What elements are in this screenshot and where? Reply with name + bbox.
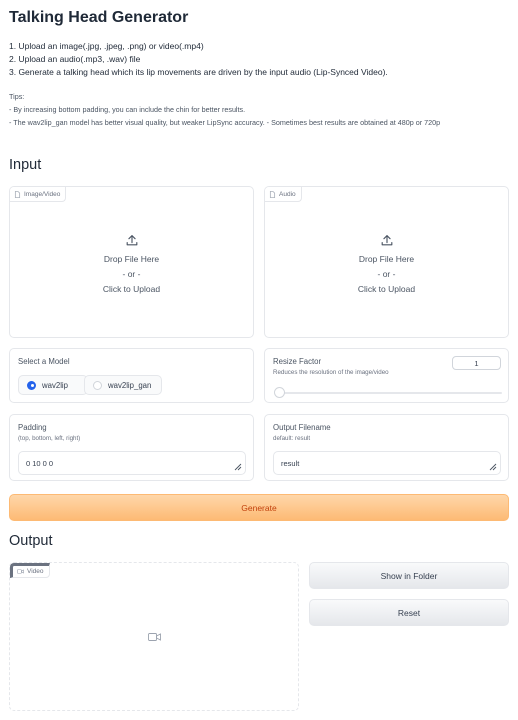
or-text: - or - (377, 269, 396, 279)
video-tag: Video (10, 563, 50, 578)
file-icon (269, 190, 276, 198)
output-filename-info: default: result (273, 435, 311, 442)
radio-dot-selected[interactable] (27, 380, 36, 390)
file-icon (14, 190, 21, 198)
instructions: 1. Upload an image(.jpg, .jpeg, .png) or… (9, 40, 388, 79)
resize-handle-icon[interactable] (233, 462, 242, 471)
tip-item: - By increasing bottom padding, you can … (9, 105, 246, 114)
app-title: Talking Head Generator (9, 9, 189, 26)
tips-title: Tips: (9, 92, 25, 101)
resize-factor-slider-track[interactable] (278, 392, 502, 394)
instruction-step: 3. Generate a talking head which its lip… (9, 67, 388, 77)
output-filename-panel: Output Filename default: result result (264, 414, 509, 481)
padding-value: 0 10 0 0 (26, 458, 54, 468)
output-section-title: Output (9, 533, 53, 549)
input-section-title: Input (9, 157, 42, 173)
image-video-upload[interactable]: Image/Video Drop File Here - or - Click … (9, 186, 254, 338)
drop-file-text: Drop File Here (103, 254, 160, 264)
model-select-panel: Select a Model wav2lip wav2lip_gan (9, 348, 254, 403)
padding-label: Padding (18, 423, 47, 432)
padding-info: (top, bottom, left, right) (18, 435, 81, 442)
video-tag-label: Video (27, 568, 44, 575)
padding-input[interactable]: 0 10 0 0 (18, 451, 246, 475)
output-video-panel: Video (9, 562, 299, 711)
instruction-step: 1. Upload an image(.jpg, .jpeg, .png) or… (9, 41, 204, 51)
tip-item: - The wav2lip_gan model has better visua… (9, 118, 441, 127)
model-select-label: Select a Model (18, 357, 70, 366)
resize-factor-number-input[interactable]: 1 (452, 356, 501, 370)
click-to-upload-text: Click to Upload (102, 284, 161, 294)
image-video-tag: Image/Video (10, 187, 67, 202)
tips: Tips: - By increasing bottom padding, yo… (9, 90, 440, 129)
audio-upload[interactable]: Audio Drop File Here - or - Click to Upl… (264, 186, 509, 338)
audio-drop-zone[interactable]: Drop File Here - or - Click to Upload (265, 233, 508, 297)
radio-wav2lip-gan[interactable]: wav2lip_gan (84, 375, 162, 395)
instruction-step: 2. Upload an audio(.mp3, .wav) file (9, 54, 141, 64)
video-placeholder-icon (148, 633, 161, 641)
radio-label: wav2lip_gan (108, 380, 152, 390)
audio-tag: Audio (265, 187, 302, 202)
resize-handle-icon[interactable] (488, 462, 497, 471)
resize-factor-info: Reduces the resolution of the image/vide… (273, 369, 389, 376)
or-text: - or - (122, 269, 141, 279)
video-camera-icon (17, 569, 24, 574)
audio-tag-label: Audio (279, 190, 296, 198)
padding-panel: Padding (top, bottom, left, right) 0 10 … (9, 414, 254, 481)
radio-wav2lip[interactable]: wav2lip (18, 375, 88, 395)
show-in-folder-button[interactable]: Show in Folder (309, 562, 509, 589)
output-filename-value: result (281, 458, 300, 468)
radio-label: wav2lip (42, 380, 69, 390)
generate-button[interactable]: Generate (9, 494, 509, 521)
resize-factor-panel: Resize Factor Reduces the resolution of … (264, 348, 509, 403)
output-filename-input[interactable]: result (273, 451, 501, 475)
image-video-tag-label: Image/Video (24, 190, 61, 198)
radio-dot[interactable] (93, 380, 102, 390)
output-filename-label: Output Filename (273, 423, 331, 432)
resize-factor-slider-thumb[interactable] (274, 387, 285, 398)
upload-icon (381, 235, 392, 246)
reset-button[interactable]: Reset (309, 599, 509, 626)
resize-factor-label: Resize Factor (273, 357, 322, 366)
upload-icon (126, 235, 137, 246)
image-video-drop-zone[interactable]: Drop File Here - or - Click to Upload (10, 233, 253, 297)
click-to-upload-text: Click to Upload (357, 284, 416, 294)
drop-file-text: Drop File Here (358, 254, 415, 264)
